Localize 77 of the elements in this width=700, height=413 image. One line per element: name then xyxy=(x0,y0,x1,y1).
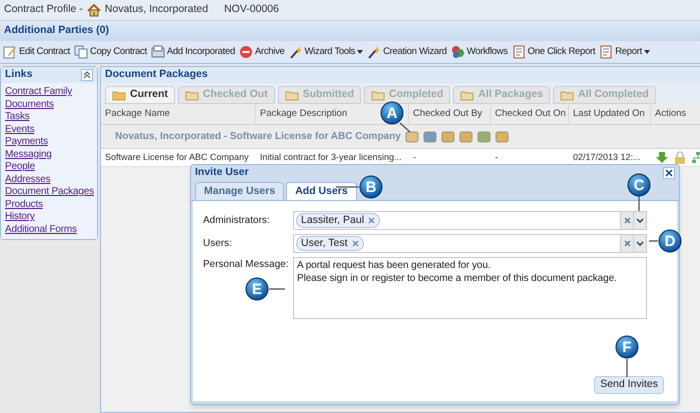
column-header[interactable]: Checked Out By xyxy=(409,104,491,124)
callout-marker: F xyxy=(616,336,638,358)
toolbar-button[interactable]: Creation Wizard xyxy=(367,44,447,60)
toolbar-button[interactable]: Report xyxy=(599,44,650,60)
token-label: Lassiter, Paul xyxy=(301,212,364,228)
copy-icon xyxy=(74,45,88,59)
toolbar-button[interactable]: Archive xyxy=(238,44,285,60)
table-cell-text: - xyxy=(494,150,499,164)
leader-line xyxy=(336,186,359,188)
table-cell-text: 02/17/2013 12:... xyxy=(572,150,642,164)
remove-icon[interactable] xyxy=(352,240,358,247)
sidebar-link[interactable]: Document Packages xyxy=(5,186,93,198)
wand-icon xyxy=(288,45,303,59)
toolbar-button[interactable]: Workflows xyxy=(450,44,508,60)
house-icon xyxy=(86,4,101,16)
dialog-title: Invite User xyxy=(195,165,249,180)
message-field[interactable]: A portal request has been generated for you. Please sign in or register to become a member of this document package. xyxy=(293,257,647,319)
sidebar-link[interactable]: Documents xyxy=(5,98,93,111)
table-cell-text: Initial contract for 3-year licensing... xyxy=(259,150,403,164)
sidebar-link[interactable]: Tasks xyxy=(5,111,93,124)
callout-marker: D xyxy=(658,230,682,252)
close-button[interactable] xyxy=(663,167,675,179)
sidebar-link[interactable]: Addresses xyxy=(5,174,93,186)
report-icon xyxy=(512,45,526,59)
callout-marker: A xyxy=(380,102,404,124)
toolbar-button[interactable]: One Click Report xyxy=(512,44,596,60)
sidebar-link[interactable]: People xyxy=(5,161,93,174)
tab[interactable]: Current xyxy=(105,86,175,104)
collapse-button[interactable] xyxy=(81,69,93,81)
send-invites-button[interactable]: Send Invites xyxy=(594,376,664,394)
field-label: Users: xyxy=(203,237,233,251)
table-cell-text: Software License for ABC Company xyxy=(104,150,250,164)
page-title: Contract Profile - xyxy=(4,2,83,18)
minus-circle-icon xyxy=(238,45,253,59)
sidebar-link[interactable]: History xyxy=(5,211,93,224)
panel-title: Document Packages xyxy=(101,67,700,83)
pencil-icon xyxy=(3,45,17,59)
column-header[interactable]: Actions xyxy=(651,104,700,124)
leader-line xyxy=(400,122,410,132)
wand-icon xyxy=(367,45,382,59)
column-header[interactable]: Package Name xyxy=(101,104,256,124)
field-label: Administrators: xyxy=(203,214,271,228)
toolbar-button[interactable]: Add Incorporated xyxy=(150,44,235,60)
leader-line xyxy=(626,359,628,377)
token-field[interactable]: User, Test xyxy=(293,234,647,253)
party-name: Novatus, Incorporated xyxy=(104,2,208,18)
toolbar-button[interactable]: Edit Contract xyxy=(3,44,70,60)
callout-marker: C xyxy=(628,174,650,196)
panel-title: Links xyxy=(5,67,32,82)
tab[interactable]: Add Users xyxy=(286,182,357,200)
group-title: Novatus, Incorporated - Software License for ABC Company xyxy=(115,130,401,144)
sidebar-link[interactable]: Products xyxy=(5,198,93,211)
remove-icon[interactable] xyxy=(368,217,376,224)
column-header[interactable]: Checked Out On xyxy=(491,104,569,124)
toolbar-button[interactable]: Wizard Tools xyxy=(288,44,364,60)
clear-icon[interactable] xyxy=(620,235,633,252)
report-icon xyxy=(599,45,614,59)
sidebar-link[interactable]: Events xyxy=(5,124,93,136)
section-title: Additional Parties (0) xyxy=(0,21,700,41)
token-field[interactable]: Lassiter, Paul xyxy=(293,211,647,230)
token-label: User, Test xyxy=(301,236,348,251)
field-label: Personal Message: xyxy=(203,258,290,272)
leader-line xyxy=(269,288,285,290)
sidebar-link[interactable]: Contract Family xyxy=(5,86,93,98)
workflow-icon xyxy=(450,45,465,59)
leader-line xyxy=(638,196,640,211)
table-cell-text: - xyxy=(412,150,417,164)
callout-marker: E xyxy=(246,278,268,300)
clear-icon[interactable] xyxy=(620,212,633,229)
column-header[interactable]: Last Updated On xyxy=(569,104,651,124)
sidebar-link[interactable]: Payments xyxy=(5,136,93,148)
callout-marker: B xyxy=(360,176,382,198)
tab[interactable]: Manage Users xyxy=(195,182,284,200)
toolbar-button[interactable]: Copy Contract xyxy=(74,44,147,60)
contract-code: NOV-00006 xyxy=(224,2,279,18)
sidebar-link[interactable]: Additional Forms xyxy=(5,224,93,236)
sidebar-link[interactable]: Messaging xyxy=(5,148,93,161)
